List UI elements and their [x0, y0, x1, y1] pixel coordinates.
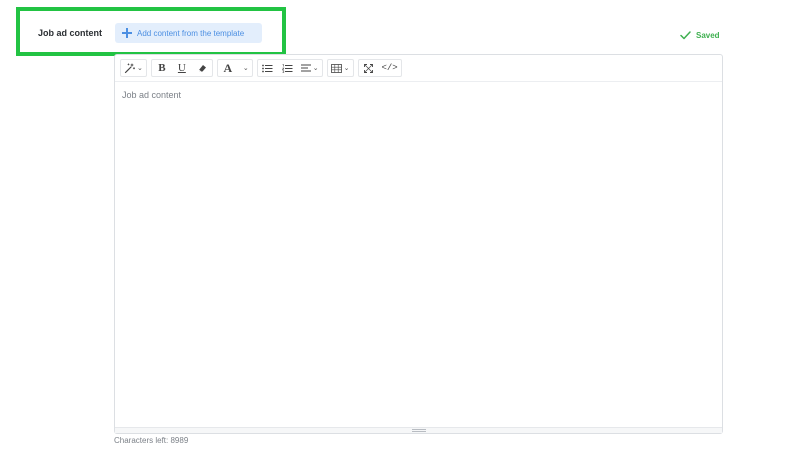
eraser-button[interactable]	[192, 60, 212, 76]
bullet-list-icon	[262, 64, 273, 72]
editor-resize-handle[interactable]	[115, 427, 722, 433]
check-icon	[680, 31, 691, 40]
saved-label: Saved	[696, 31, 720, 40]
eraser-icon	[198, 65, 206, 72]
code-view-button[interactable]: </>	[379, 60, 401, 76]
field-label: Job ad content	[38, 28, 103, 38]
chevron-down-icon: ⌄	[343, 65, 350, 72]
chevron-down-icon: ⌄	[242, 65, 249, 72]
unordered-list-button[interactable]	[258, 60, 278, 76]
saved-status: Saved	[680, 31, 720, 40]
table-icon	[330, 63, 342, 73]
toolbar-group-lists: ⌄	[256, 59, 323, 77]
font-color-dropdown[interactable]: ⌄	[238, 60, 252, 76]
font-color-button[interactable]: A	[218, 60, 238, 76]
add-template-label: Add content from the template	[137, 28, 245, 38]
toolbar-group-format: B U	[150, 59, 213, 77]
fullscreen-icon	[364, 63, 373, 73]
chevron-down-icon: ⌄	[312, 65, 319, 72]
rich-text-editor: ⌄ B U A ⌄ ⌄ ⌄ </> Job ad content	[114, 54, 723, 434]
editor-toolbar: ⌄ B U A ⌄ ⌄ ⌄ </>	[115, 55, 722, 82]
grip-icon	[411, 429, 426, 432]
job-ad-content-editor: Job ad content Add content from the temp…	[0, 0, 800, 463]
magic-wand-icon	[124, 62, 135, 73]
fullscreen-button[interactable]	[359, 60, 379, 76]
editor-placeholder: Job ad content	[122, 90, 182, 100]
underline-button[interactable]: U	[172, 60, 192, 76]
editor-content-area[interactable]: Job ad content	[115, 82, 722, 427]
toolbar-group-style: ⌄	[120, 59, 147, 77]
characters-left-counter: Characters left: 8989	[114, 436, 189, 445]
add-content-from-template-button[interactable]: Add content from the template	[115, 23, 262, 43]
table-dropdown[interactable]: ⌄	[328, 60, 353, 76]
align-dropdown[interactable]: ⌄	[298, 60, 322, 76]
ordered-list-button[interactable]	[278, 60, 298, 76]
plus-icon	[122, 28, 132, 38]
bold-button[interactable]: B	[152, 60, 172, 76]
align-left-icon	[300, 64, 311, 72]
magic-style-dropdown[interactable]: ⌄	[121, 60, 146, 76]
numbered-list-icon	[282, 63, 293, 73]
chevron-down-icon: ⌄	[137, 65, 143, 72]
toolbar-group-table: ⌄	[326, 59, 354, 77]
toolbar-group-view: </>	[357, 59, 402, 77]
toolbar-group-color: A ⌄	[216, 59, 253, 77]
